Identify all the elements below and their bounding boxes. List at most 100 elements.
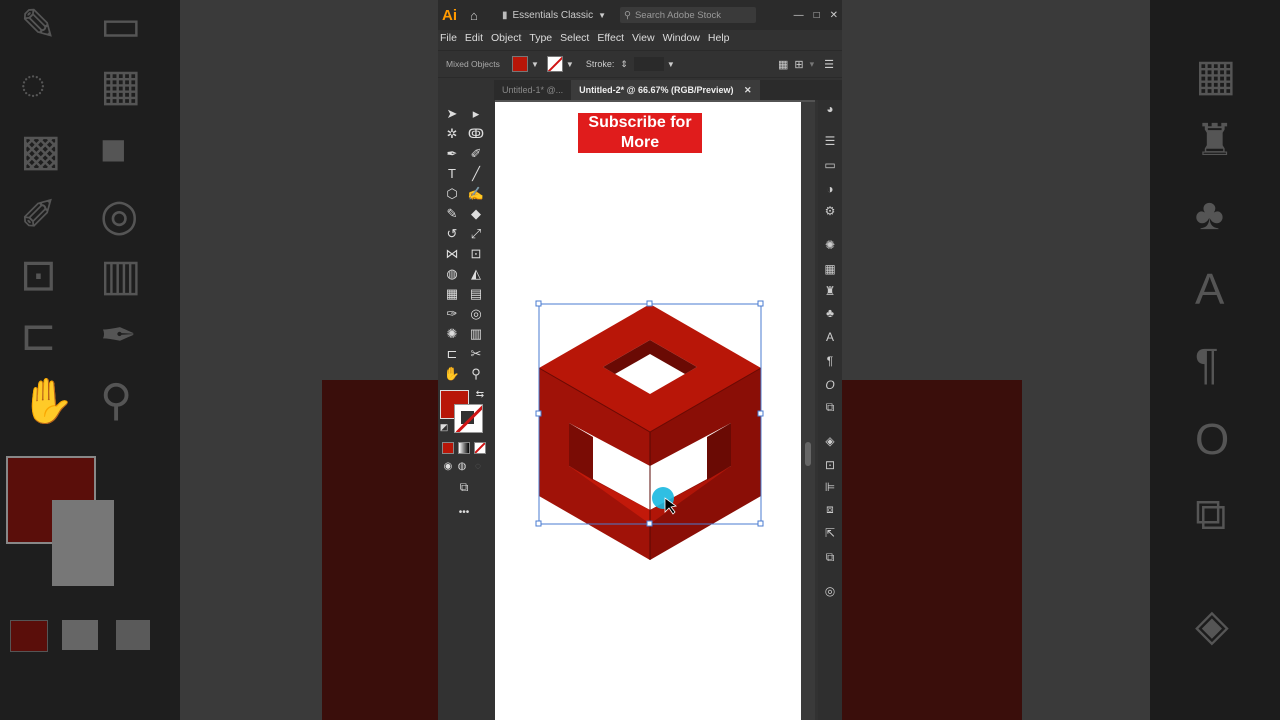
maximize-button[interactable]: □ bbox=[814, 10, 820, 21]
polygon-tool-icon[interactable]: ⬡ bbox=[442, 185, 462, 203]
menu-object[interactable]: Object bbox=[489, 30, 527, 46]
stepper-icon[interactable]: ⇕ bbox=[620, 59, 628, 70]
paintbrush-tool-icon[interactable]: ✍ bbox=[466, 185, 486, 203]
blend-tool-icon[interactable]: ◎ bbox=[466, 305, 486, 323]
eraser-tool-icon[interactable]: ◆ bbox=[466, 205, 486, 223]
selection-handle[interactable] bbox=[646, 520, 653, 527]
direct-selection-tool-icon[interactable]: ▸ bbox=[466, 105, 486, 123]
chevron-down-icon[interactable]: ▼ bbox=[667, 60, 675, 69]
close-button[interactable]: ✕ bbox=[830, 10, 838, 21]
curvature-tool-icon[interactable]: ✐ bbox=[466, 145, 486, 163]
graph-tool-icon[interactable]: ▥ bbox=[466, 325, 486, 343]
graphic-styles-icon[interactable]: ♜ bbox=[821, 282, 839, 300]
align-icon[interactable]: ▦ bbox=[778, 58, 788, 71]
minimize-button[interactable]: — bbox=[794, 10, 804, 21]
selection-handle[interactable] bbox=[535, 410, 542, 417]
scale-tool-icon[interactable]: ⤢ bbox=[466, 225, 486, 243]
artboard[interactable]: Subscribe for More bbox=[495, 102, 801, 720]
zoom-tool-icon[interactable]: ⚲ bbox=[466, 365, 486, 383]
menu-window[interactable]: Window bbox=[661, 30, 706, 46]
perspective-grid-tool-icon[interactable]: ◭ bbox=[466, 265, 486, 283]
lasso-tool-icon[interactable]: ↂ bbox=[466, 125, 486, 143]
type-tool-icon[interactable]: T bbox=[442, 165, 462, 183]
selection-handle[interactable] bbox=[646, 300, 653, 307]
menu-view[interactable]: View bbox=[630, 30, 661, 46]
vertical-scrollbar[interactable] bbox=[801, 102, 815, 720]
swap-fill-stroke-icon[interactable]: ⇆ bbox=[470, 386, 490, 404]
export-icon[interactable]: ⇱ bbox=[821, 524, 839, 542]
free-transform-tool-icon[interactable]: ⊡ bbox=[466, 245, 486, 263]
workspace-switcher[interactable]: ▮ Essentials Classic ▼ bbox=[502, 10, 612, 21]
draw-inside-icon[interactable]: ◌ bbox=[468, 458, 488, 476]
default-fill-stroke-icon[interactable]: ◩ bbox=[438, 418, 450, 436]
chevron-down-icon[interactable]: ▼ bbox=[531, 60, 539, 69]
gradient-mode-icon[interactable] bbox=[458, 442, 470, 454]
shaper-tool-icon[interactable]: ✎ bbox=[442, 205, 462, 223]
symbols-icon[interactable]: ♣ bbox=[821, 304, 839, 322]
slice-tool-icon[interactable]: ✂ bbox=[466, 345, 486, 363]
menu-select[interactable]: Select bbox=[558, 30, 595, 46]
gradient-panel-icon[interactable]: ▭ bbox=[821, 156, 839, 174]
artboard-tool-icon[interactable]: ⊏ bbox=[442, 345, 462, 363]
appearance-icon[interactable]: ⚙ bbox=[821, 202, 839, 220]
links-icon[interactable]: ⧉ bbox=[821, 548, 839, 566]
line-tool-icon[interactable]: ╱ bbox=[466, 165, 486, 183]
menu-help[interactable]: Help bbox=[706, 30, 736, 46]
opentype-icon[interactable]: O bbox=[821, 376, 839, 394]
color-mode-icon[interactable] bbox=[442, 442, 454, 454]
chevron-down-icon[interactable]: ▾ bbox=[810, 59, 815, 70]
tab-untitled-2[interactable]: Untitled-2* @ 66.67% (RGB/Preview) ✕ bbox=[571, 80, 760, 100]
stroke-weight-field[interactable] bbox=[633, 57, 664, 71]
magic-wand-tool-icon[interactable]: ✲ bbox=[442, 125, 462, 143]
width-tool-icon[interactable]: ⋈ bbox=[442, 245, 462, 263]
eyedropper-tool-icon[interactable]: ✑ bbox=[442, 305, 462, 323]
layers-icon[interactable]: ◈ bbox=[821, 432, 839, 450]
cc-libraries-icon[interactable]: ◎ bbox=[821, 582, 839, 600]
properties-icon[interactable]: ☰ bbox=[821, 132, 839, 150]
hand-tool-icon[interactable]: ✋ bbox=[442, 365, 462, 383]
brushes-icon[interactable]: ✺ bbox=[821, 236, 839, 254]
menu-effect[interactable]: Effect bbox=[595, 30, 630, 46]
scrollbar-thumb[interactable] bbox=[805, 442, 811, 466]
selection-handle[interactable] bbox=[535, 520, 542, 527]
canvas-area[interactable]: Subscribe for More bbox=[495, 100, 815, 720]
tab-untitled-1[interactable]: Untitled-1* @... bbox=[494, 80, 571, 100]
gradient-tool-icon[interactable]: ▤ bbox=[466, 285, 486, 303]
screen-mode-icon[interactable]: ⧉ bbox=[454, 478, 474, 496]
close-icon[interactable]: ✕ bbox=[744, 85, 752, 95]
transform-icon[interactable]: ⊞ bbox=[794, 58, 803, 71]
fill-color-swatch[interactable] bbox=[512, 56, 528, 72]
selection-handle[interactable] bbox=[757, 520, 764, 527]
transform-panel-icon[interactable]: ⧉ bbox=[821, 398, 839, 416]
selection-handle[interactable] bbox=[757, 300, 764, 307]
character-icon[interactable]: A bbox=[821, 328, 839, 346]
stock-search-input[interactable]: ⚲ Search Adobe Stock bbox=[620, 7, 756, 23]
menu-file[interactable]: File bbox=[438, 30, 463, 46]
stroke-color-swatch[interactable] bbox=[546, 56, 563, 72]
paragraph-icon[interactable]: ¶ bbox=[821, 352, 839, 370]
symbol-sprayer-tool-icon[interactable]: ✺ bbox=[442, 325, 462, 343]
blurred-swatch bbox=[116, 620, 150, 650]
mesh-tool-icon[interactable]: ▦ bbox=[442, 285, 462, 303]
rotate-tool-icon[interactable]: ↺ bbox=[442, 225, 462, 243]
selection-tool-icon[interactable]: ➤ bbox=[442, 105, 462, 123]
stroke-swatch[interactable] bbox=[454, 404, 483, 433]
pathfinder-icon[interactable]: ⧈ bbox=[821, 500, 839, 518]
color-panel-icon[interactable]: ◕ bbox=[821, 100, 839, 118]
swatches-icon[interactable]: ▦ bbox=[821, 260, 839, 278]
more-tools-icon[interactable]: ••• bbox=[454, 504, 474, 522]
transparency-icon[interactable]: ◑ bbox=[821, 180, 839, 198]
align-panel-icon[interactable]: ⊫ bbox=[821, 478, 839, 496]
impossible-cube-artwork[interactable] bbox=[535, 298, 765, 568]
chevron-down-icon[interactable]: ▼ bbox=[566, 60, 574, 69]
menu-list-icon[interactable]: ☰ bbox=[824, 58, 834, 71]
shape-builder-tool-icon[interactable]: ◍ bbox=[442, 265, 462, 283]
menu-edit[interactable]: Edit bbox=[463, 30, 489, 46]
artboards-icon[interactable]: ⊡ bbox=[821, 456, 839, 474]
none-mode-icon[interactable] bbox=[474, 442, 486, 454]
pen-tool-icon[interactable]: ✒ bbox=[442, 145, 462, 163]
selection-handle[interactable] bbox=[535, 300, 542, 307]
home-icon[interactable]: ⌂ bbox=[470, 8, 490, 23]
selection-handle[interactable] bbox=[757, 410, 764, 417]
menu-type[interactable]: Type bbox=[527, 30, 558, 46]
